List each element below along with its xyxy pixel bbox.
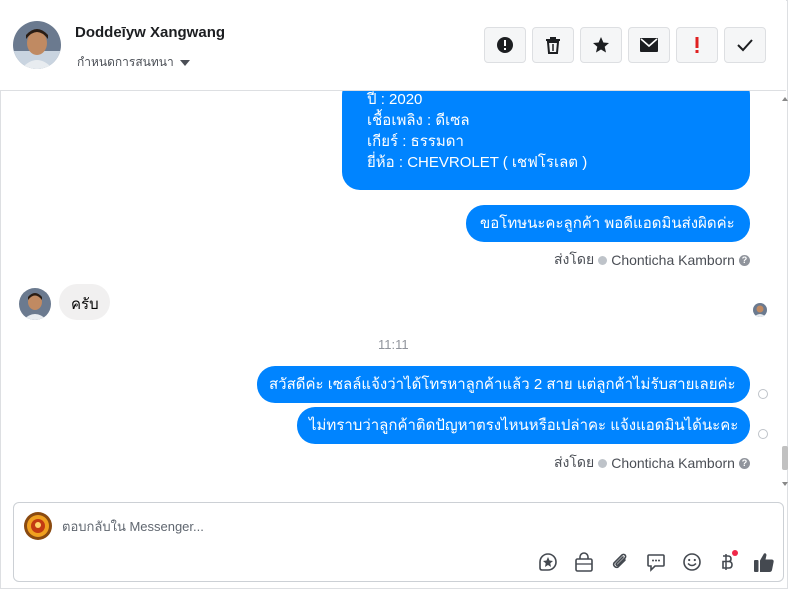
report-button[interactable]	[484, 27, 526, 63]
sent-by-label: ส่งโดย Chonticha Kamborn ?	[554, 249, 750, 271]
sender-name[interactable]: Chonticha Kamborn	[611, 252, 735, 268]
apology-message[interactable]: ขอโทษนะคะลูกค้า พอดีแอดมินส่งผิดค่ะ	[466, 205, 750, 242]
car-gear-line: เกียร์ : ธรรมดา	[367, 133, 464, 150]
contact-avatar-small[interactable]	[19, 288, 51, 320]
report-icon	[497, 37, 513, 53]
attach-button[interactable]	[608, 550, 632, 574]
help-icon[interactable]: ?	[738, 457, 750, 469]
shop-button[interactable]	[572, 550, 596, 574]
car-year-line: ปี : 2020	[367, 91, 423, 108]
help-icon[interactable]: ?	[738, 254, 750, 266]
scroll-down-arrow[interactable]	[782, 482, 788, 486]
emoji-icon	[683, 553, 701, 571]
mark-done-button[interactable]	[724, 27, 766, 63]
message-thread[interactable]: ปี : 2020 เชื้อเพลิง : ดีเซล เกียร์ : ธร…	[0, 91, 786, 491]
star-button[interactable]	[580, 27, 622, 63]
incoming-reply-message[interactable]: ครับ	[59, 284, 110, 320]
conversation-header: Doddeīyw Xangwang กำหนดการสนทนา	[0, 0, 786, 91]
delivered-icon	[758, 389, 768, 399]
delete-button[interactable]	[532, 27, 574, 63]
contact-name[interactable]: Doddeīyw Xangwang	[75, 24, 225, 41]
sent-by-label: ส่งโดย Chonticha Kamborn ?	[554, 452, 750, 474]
sent-check-icon	[598, 255, 608, 265]
message-composer	[13, 502, 784, 582]
exclamation-icon	[695, 37, 699, 53]
delivered-icon	[758, 429, 768, 439]
seen-avatar	[753, 303, 767, 317]
reply-input[interactable]	[62, 516, 662, 536]
composer-tools	[536, 550, 776, 574]
mark-important-button[interactable]	[676, 27, 718, 63]
saved-replies-button[interactable]	[644, 550, 668, 574]
paperclip-icon	[612, 553, 627, 569]
timestamp: 11:11	[378, 337, 409, 352]
car-details-message[interactable]: ปี : 2020 เชื้อเพลิง : ดีเซล เกียร์ : ธร…	[342, 91, 750, 190]
car-fuel-line: เชื้อเพลิง : ดีเซล	[367, 112, 470, 129]
payment-button[interactable]	[716, 550, 740, 574]
outgoing-message[interactable]: ไม่ทราบว่าลูกค้าติดปัญหาตรงไหนหรือเปล่าค…	[297, 407, 750, 444]
page-avatar	[24, 512, 52, 540]
shopping-bag-icon	[575, 552, 593, 572]
notification-dot	[732, 550, 738, 556]
like-button[interactable]	[752, 550, 776, 574]
sent-check-icon	[598, 458, 608, 468]
emoji-button[interactable]	[680, 550, 704, 574]
outgoing-message[interactable]: สวัสดีค่ะ เซลล์แจ้งว่าได้โทรหาลูกค้าแล้ว…	[257, 366, 750, 403]
sender-name[interactable]: Chonticha Kamborn	[611, 455, 735, 471]
scrollbar-thumb[interactable]	[782, 446, 788, 470]
chat-bubble-icon	[647, 554, 665, 572]
conversation-settings-label: กำหนดการสนทนา	[77, 55, 174, 69]
mark-unread-button[interactable]	[628, 27, 670, 63]
sticker-icon	[539, 553, 557, 571]
trash-icon	[546, 37, 560, 54]
contact-avatar[interactable]	[13, 21, 61, 69]
sent-by-text: ส่งโดย	[554, 454, 595, 470]
sticker-button[interactable]	[536, 550, 560, 574]
thumbs-up-icon	[754, 553, 774, 572]
sent-by-text: ส่งโดย	[554, 251, 595, 267]
car-brand-line: ยี่ห้อ : CHEVROLET ( เชฟโรเลต )	[367, 154, 588, 171]
header-actions	[484, 27, 766, 63]
caret-down-icon	[179, 59, 190, 66]
check-icon	[737, 39, 753, 52]
mail-icon	[640, 38, 658, 52]
conversation-settings-dropdown[interactable]: กำหนดการสนทนา	[77, 53, 190, 72]
scroll-up-arrow[interactable]	[782, 97, 788, 101]
star-icon	[593, 37, 609, 53]
